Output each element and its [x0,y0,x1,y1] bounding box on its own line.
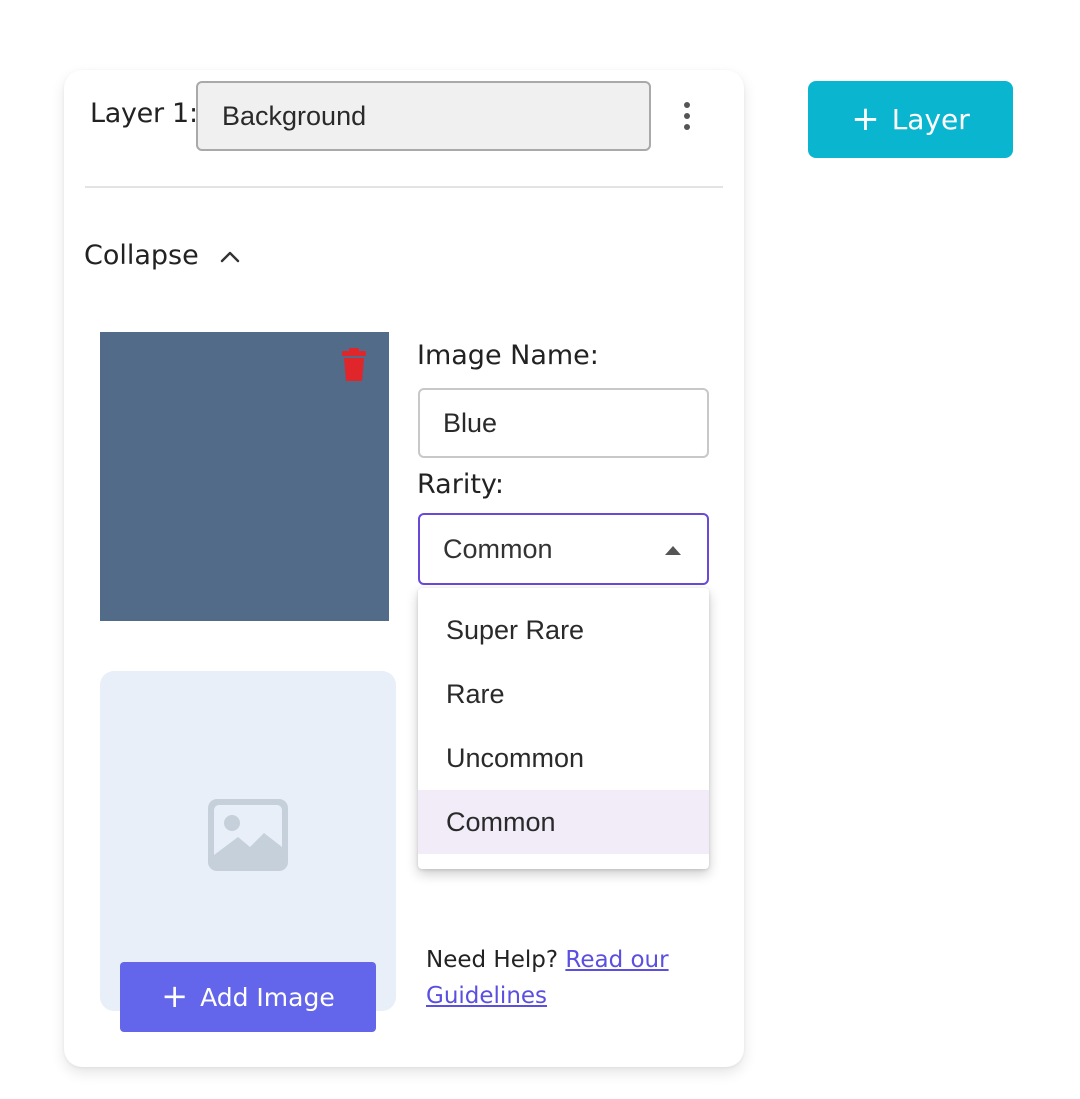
rarity-option-rare[interactable]: Rare [418,662,709,726]
rarity-option-common[interactable]: Common [418,790,709,854]
kebab-dot [684,113,690,119]
chevron-up-icon [220,251,239,262]
add-layer-button[interactable]: + Layer [808,81,1013,158]
image-name-label: Image Name: [417,340,599,371]
layer-label: Layer 1: [90,98,198,129]
help-text: Need Help? Read our Guidelines [426,942,716,1014]
caret-up-icon [665,546,681,555]
collapse-label: Collapse [84,240,199,271]
kebab-menu-icon[interactable] [672,96,702,136]
rarity-option-super-rare[interactable]: Super Rare [418,598,709,662]
rarity-option-uncommon[interactable]: Uncommon [418,726,709,790]
trash-icon[interactable] [341,348,367,382]
rarity-select[interactable]: Common [418,513,709,585]
collapse-toggle[interactable]: Collapse [84,240,241,271]
kebab-dot [684,124,690,130]
rarity-dropdown-menu: Super Rare Rare Uncommon Common [418,588,709,869]
image-placeholder-icon [208,799,288,871]
divider [85,186,723,188]
image-upload-dropzone[interactable] [100,671,396,1011]
add-layer-label: Layer [891,103,970,136]
plus-icon: + [851,98,880,139]
layer-name-input[interactable] [196,81,651,151]
image-name-input[interactable] [418,388,709,458]
kebab-dot [684,102,690,108]
add-image-button[interactable]: + Add Image [120,962,376,1032]
page: Layer 1: Collapse Image Name: Rarity: Co… [0,0,1080,1099]
add-image-label: Add Image [200,982,335,1012]
plus-icon: + [161,977,189,1015]
rarity-label: Rarity: [417,469,505,500]
help-prompt: Need Help? [426,947,559,973]
rarity-selected-value: Common [443,534,553,564]
